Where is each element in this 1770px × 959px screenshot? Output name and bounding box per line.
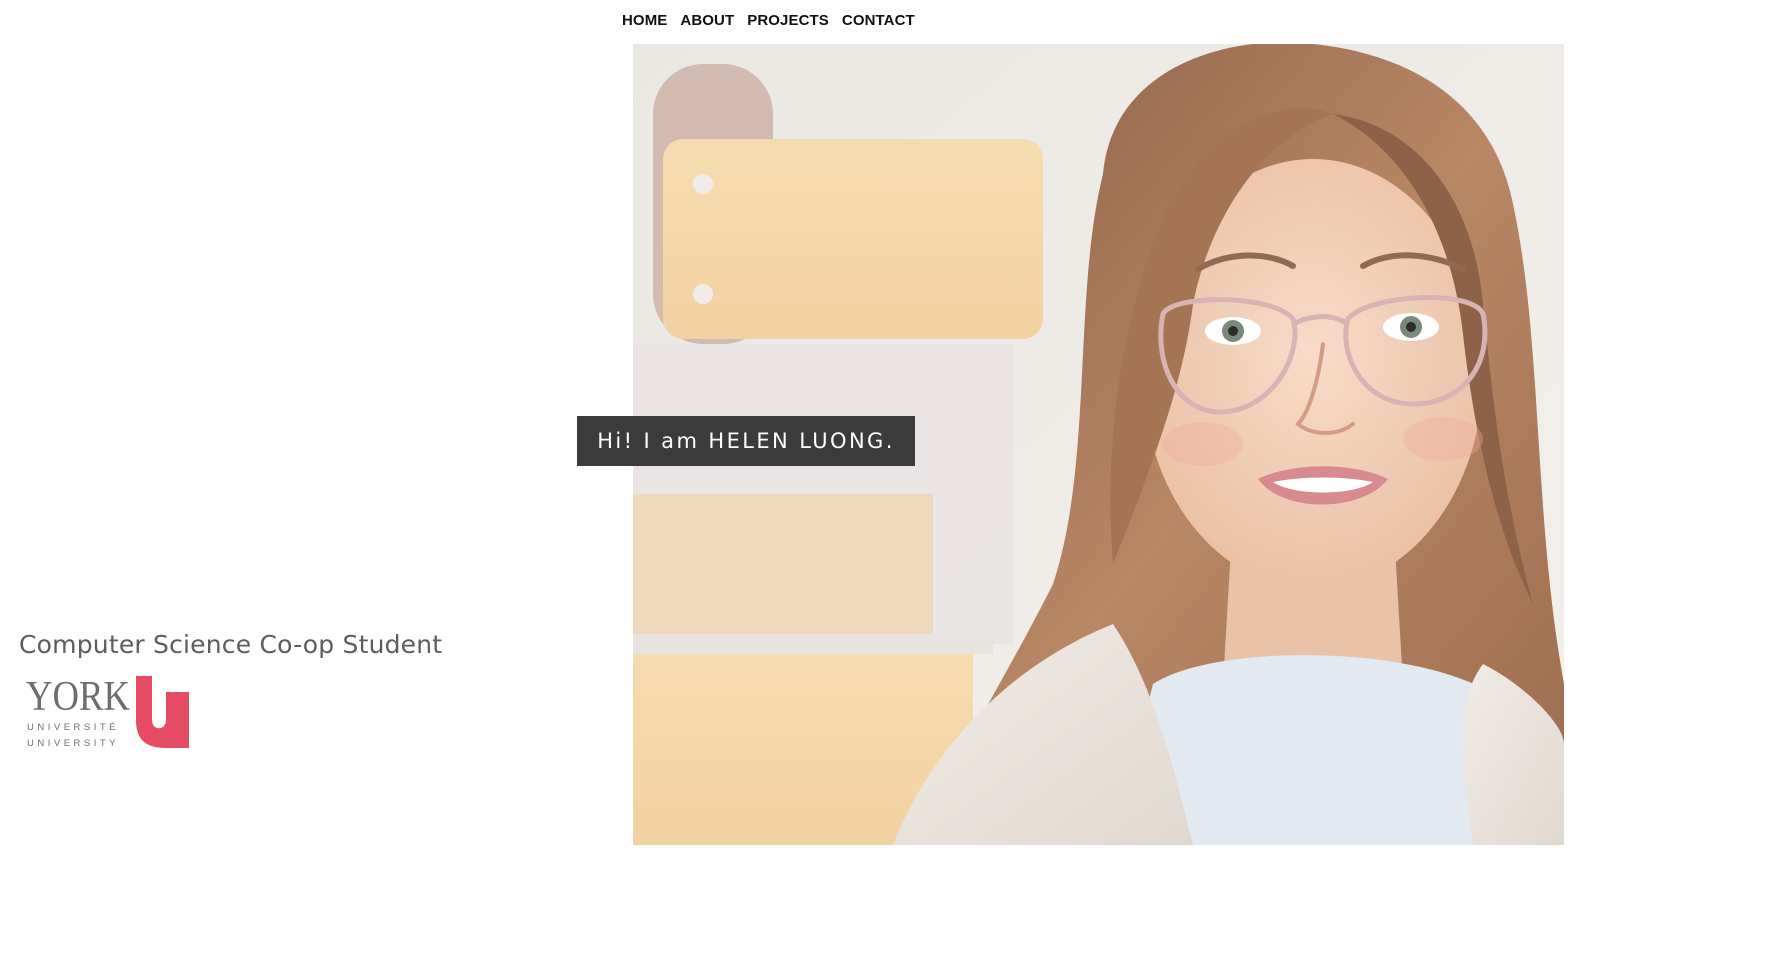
york-university-logo: YORK UNIVERSITÉ UNIVERSITY [26,676,191,748]
logo-line2: UNIVERSITY [27,738,119,748]
logo-line1: UNIVERSITÉ [27,722,119,733]
york-logo-graphic: YORK UNIVERSITÉ UNIVERSITY [26,676,189,748]
logo-word: YORK [26,676,130,720]
nav-home[interactable]: HOME [622,12,667,30]
nav-projects[interactable]: PROJECTS [747,12,829,30]
greeting-banner: Hi! I am HELEN LUONG. [577,416,915,466]
page: HOME ABOUT PROJECTS CONTACT Hi! I am HEL… [0,0,1770,959]
greeting-text: Hi! I am HELEN LUONG. [597,429,895,453]
nav-contact[interactable]: CONTACT [842,12,915,30]
top-nav: HOME ABOUT PROJECTS CONTACT [622,12,915,30]
subtitle: Computer Science Co-op Student [19,630,443,659]
nav-about[interactable]: ABOUT [680,12,734,30]
